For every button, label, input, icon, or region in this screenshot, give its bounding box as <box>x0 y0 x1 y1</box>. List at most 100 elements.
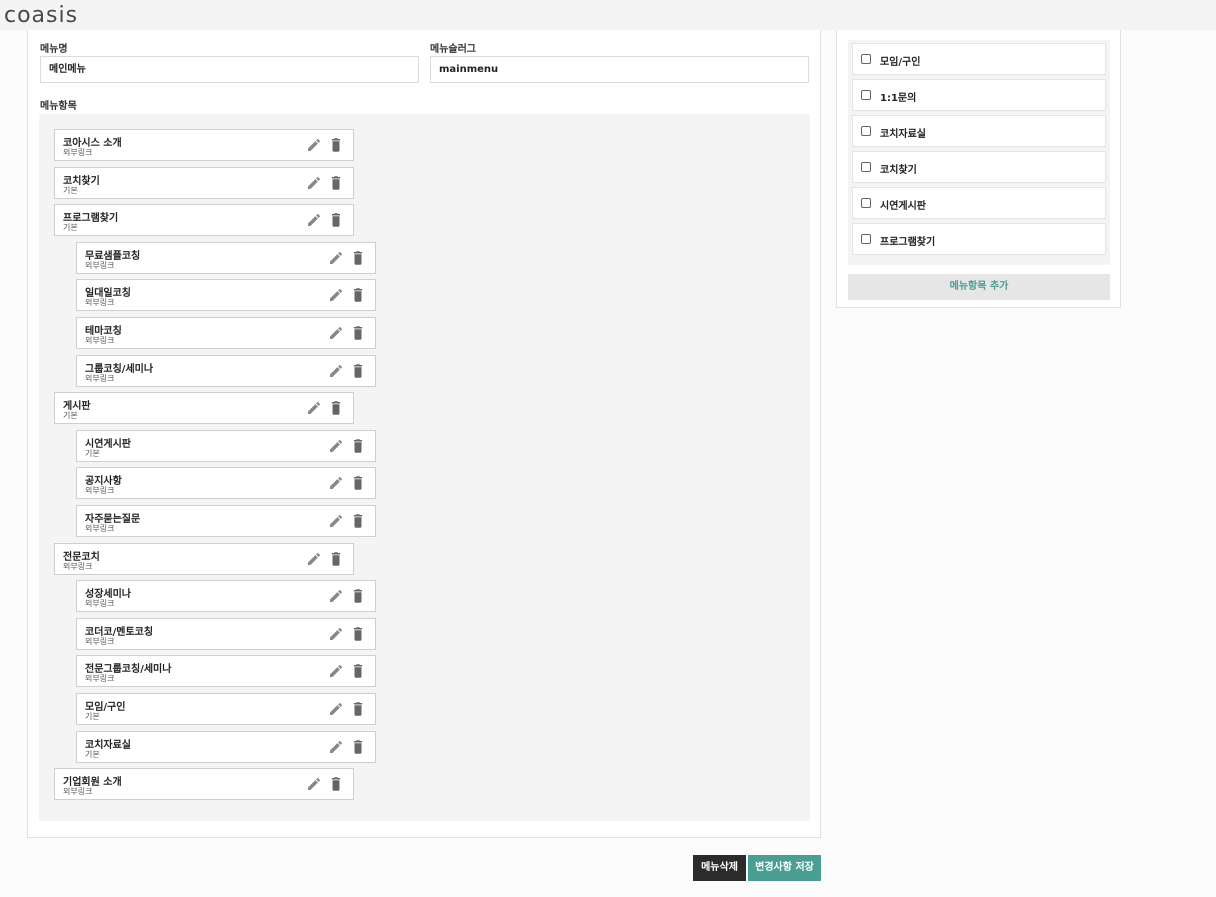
menu-editor-panel: 메뉴명 메인메뉴 메뉴슬러그 mainmenu 메뉴항목 코아시스 소개 외부링크… <box>27 30 821 838</box>
pencil-icon[interactable] <box>328 325 344 341</box>
pencil-icon[interactable] <box>328 588 344 604</box>
trash-icon[interactable] <box>329 174 343 192</box>
available-item-label: 시연게시판 <box>880 201 926 212</box>
item-checkbox[interactable] <box>861 234 871 244</box>
menu-name-input[interactable]: 메인메뉴 <box>40 56 419 83</box>
menu-item[interactable]: 게시판 기본 <box>54 392 354 425</box>
menu-item[interactable]: 공지사항 외부링크 <box>76 467 376 500</box>
menu-item-type: 외부링크 <box>85 486 115 496</box>
trash-icon[interactable] <box>329 550 343 568</box>
trash-icon[interactable] <box>351 512 365 530</box>
pencil-icon[interactable] <box>328 287 344 303</box>
available-item[interactable]: 1:1문의 <box>852 79 1106 111</box>
menu-item[interactable]: 기업회원 소개 외부링크 <box>54 768 354 801</box>
menu-item[interactable]: 일대일코칭 외부링크 <box>76 279 376 312</box>
menu-item[interactable]: 모임/구인 기본 <box>76 693 376 725</box>
pencil-icon[interactable] <box>306 776 322 792</box>
menu-item[interactable]: 전문코치 외부링크 <box>54 542 354 575</box>
add-items-panel: 모임/구인 1:1문의코치자료실코치찾기시연게시판프로그램찾기 메뉴항목 추가 <box>836 30 1121 308</box>
menu-item[interactable]: 시연게시판 기본 <box>76 429 376 462</box>
trash-icon[interactable] <box>351 324 365 342</box>
trash-icon[interactable] <box>351 437 365 455</box>
pencil-icon[interactable] <box>328 739 344 755</box>
available-item-label: 1:1문의 <box>880 93 917 104</box>
menu-item-type: 기본 <box>85 712 100 721</box>
item-checkbox[interactable] <box>861 198 871 208</box>
menu-item-type: 기본 <box>85 448 100 458</box>
menu-item[interactable]: 코아시스 소개 외부링크 <box>54 129 354 161</box>
pencil-icon[interactable] <box>328 663 344 679</box>
pencil-icon[interactable] <box>328 363 344 379</box>
available-item-label: 코치찾기 <box>880 165 917 176</box>
menu-item[interactable]: 그룹코칭/세미나 외부링크 <box>76 354 376 387</box>
available-item[interactable]: 코치찾기 <box>852 151 1106 183</box>
trash-icon[interactable] <box>351 362 365 380</box>
available-item[interactable]: 시연게시판 <box>852 187 1106 219</box>
pencil-icon[interactable] <box>328 250 344 266</box>
trash-icon[interactable] <box>351 587 365 605</box>
trash-icon[interactable] <box>329 211 343 229</box>
pencil-icon[interactable] <box>306 400 322 416</box>
menu-item-type: 기본 <box>85 749 100 759</box>
menu-item[interactable]: 코더코/멘토코칭 외부링크 <box>76 617 376 650</box>
trash-icon[interactable] <box>351 738 365 756</box>
available-item[interactable]: 프로그램찾기 <box>852 223 1106 255</box>
menu-name-label: 메뉴명 <box>40 44 68 55</box>
pencil-icon[interactable] <box>328 438 344 454</box>
menu-item-type: 기본 <box>63 223 78 233</box>
pencil-icon[interactable] <box>306 137 322 153</box>
menu-item-type: 외부링크 <box>85 674 115 684</box>
trash-icon[interactable] <box>329 399 343 417</box>
menu-item[interactable]: 전문그룹코칭/세미나 외부링크 <box>76 655 376 688</box>
trash-icon[interactable] <box>351 625 365 643</box>
menu-item[interactable]: 테마코칭 외부링크 <box>76 317 376 349</box>
item-checkbox[interactable] <box>861 162 871 172</box>
menu-items-list: 코아시스 소개 외부링크코치찾기 기본프로그램찾기 기본무료샘플코칭 외부링크일대일코칭… <box>39 114 810 821</box>
menu-item-type: 외부링크 <box>63 561 93 571</box>
trash-icon[interactable] <box>351 474 365 492</box>
menu-item-type: 외부링크 <box>85 599 115 609</box>
pencil-icon[interactable] <box>306 175 322 191</box>
menu-item[interactable]: 코치자료실 기본 <box>76 730 376 763</box>
add-menu-item-button[interactable]: 메뉴항목 추가 <box>848 274 1110 300</box>
trash-icon[interactable] <box>351 286 365 304</box>
trash-icon[interactable] <box>351 662 365 680</box>
delete-menu-button[interactable]: 메뉴삭제 <box>693 855 746 881</box>
menu-items-label: 메뉴항목 <box>40 101 77 112</box>
pencil-icon[interactable] <box>328 701 344 717</box>
pencil-icon[interactable] <box>328 475 344 491</box>
menu-slug-input[interactable]: mainmenu <box>430 56 809 83</box>
item-checkbox[interactable] <box>861 54 871 64</box>
save-changes-button[interactable]: 변경사항 저장 <box>748 855 821 881</box>
available-item[interactable]: 모임/구인 <box>852 43 1106 75</box>
trash-icon[interactable] <box>329 775 343 793</box>
trash-icon[interactable] <box>351 249 365 267</box>
pencil-icon[interactable] <box>306 551 322 567</box>
menu-item-type: 외부링크 <box>85 636 115 646</box>
item-checkbox[interactable] <box>861 126 871 136</box>
logo[interactable]: coasis <box>4 3 78 28</box>
menu-item-type: 외부링크 <box>85 298 115 308</box>
menu-item[interactable]: 코치찾기 기본 <box>54 166 354 199</box>
menu-item[interactable]: 성장세미나 외부링크 <box>76 580 376 613</box>
item-checkbox[interactable] <box>861 90 871 100</box>
menu-item-type: 외부링크 <box>85 524 115 533</box>
menu-item-type: 외부링크 <box>85 336 115 345</box>
pencil-icon[interactable] <box>328 626 344 642</box>
available-item-label: 모임/구인 <box>880 57 921 68</box>
menu-item[interactable]: 프로그램찾기 기본 <box>54 204 354 237</box>
pencil-icon[interactable] <box>328 513 344 529</box>
menu-item-type: 외부링크 <box>85 373 115 383</box>
menu-item[interactable]: 자주묻는질문 외부링크 <box>76 505 376 537</box>
trash-icon[interactable] <box>351 700 365 718</box>
top-bar: coasis <box>0 0 1216 30</box>
menu-item-type: 외부링크 <box>63 787 93 797</box>
menu-item-type: 외부링크 <box>85 260 115 270</box>
menu-slug-label: 메뉴슬러그 <box>430 44 476 55</box>
available-item[interactable]: 코치자료실 <box>852 115 1106 147</box>
available-item-label: 코치자료실 <box>880 129 926 140</box>
pencil-icon[interactable] <box>306 212 322 228</box>
menu-item-type: 외부링크 <box>63 148 93 157</box>
trash-icon[interactable] <box>329 136 343 154</box>
menu-item[interactable]: 무료샘플코칭 외부링크 <box>76 241 376 274</box>
